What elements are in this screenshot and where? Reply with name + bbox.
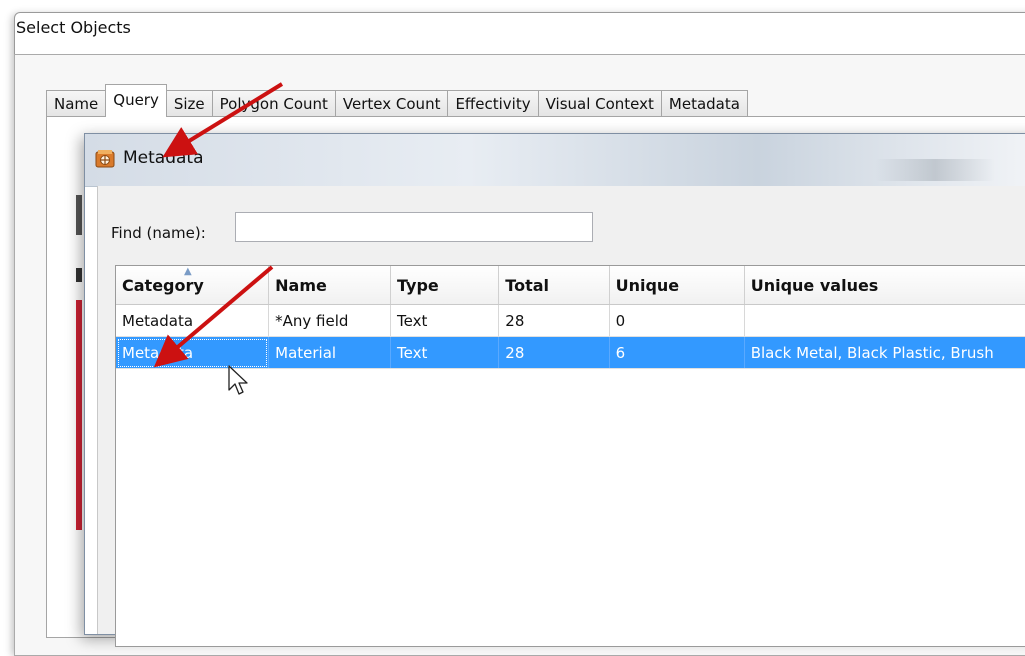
tab-effectivity[interactable]: Effectivity bbox=[448, 90, 539, 117]
hidden-control-edge bbox=[76, 268, 82, 282]
cell-total: 28 bbox=[498, 304, 610, 337]
cell-type: Text bbox=[390, 336, 500, 369]
cell-total: 28 bbox=[498, 336, 610, 369]
cell-unique: 0 bbox=[609, 304, 745, 337]
cell-name: Material bbox=[268, 336, 391, 369]
grid-header-row: ▲ Category Name Type Total Unique Unique… bbox=[116, 266, 1025, 305]
tab-polygon-count[interactable]: Polygon Count bbox=[212, 90, 336, 117]
tab-visual-context[interactable]: Visual Context bbox=[538, 90, 662, 117]
find-label: Find (name): bbox=[111, 224, 206, 242]
titlebar-button-ghost bbox=[875, 159, 995, 181]
tab-strip: Name Query Size Polygon Count Vertex Cou… bbox=[46, 84, 748, 117]
cell-unique: 6 bbox=[609, 336, 745, 369]
sort-ascending-icon: ▲ bbox=[184, 266, 192, 277]
tab-metadata[interactable]: Metadata bbox=[661, 90, 748, 117]
window-title: Select Objects bbox=[16, 18, 131, 37]
dialog-title: Metadata bbox=[123, 148, 204, 168]
metadata-app-icon bbox=[95, 150, 115, 168]
cell-category: Metadata bbox=[116, 304, 270, 337]
hidden-control-edge bbox=[76, 300, 82, 530]
metadata-grid: ▲ Category Name Type Total Unique Unique… bbox=[115, 265, 1025, 647]
tab-size[interactable]: Size bbox=[166, 90, 213, 117]
column-header-type[interactable]: Type bbox=[390, 266, 500, 305]
tab-vertex-count[interactable]: Vertex Count bbox=[335, 90, 449, 117]
find-name-input[interactable] bbox=[235, 212, 593, 242]
cell-category: Metadata bbox=[116, 336, 270, 369]
cell-name: *Any field bbox=[268, 304, 391, 337]
cell-type: Text bbox=[390, 304, 500, 337]
cell-unique-values bbox=[744, 304, 1025, 337]
column-header-category[interactable]: ▲ Category bbox=[116, 266, 270, 305]
column-header-unique-values[interactable]: Unique values bbox=[744, 266, 1025, 305]
tab-query[interactable]: Query bbox=[105, 84, 167, 117]
column-header-total[interactable]: Total bbox=[498, 266, 610, 305]
cell-unique-values: Black Metal, Black Plastic, Brush bbox=[744, 336, 1025, 369]
column-header-name[interactable]: Name bbox=[268, 266, 391, 305]
column-header-unique[interactable]: Unique bbox=[609, 266, 745, 305]
tab-name[interactable]: Name bbox=[46, 90, 107, 117]
table-row[interactable]: Metadata *Any field Text 28 0 bbox=[116, 304, 1025, 337]
table-row-selected[interactable]: Metadata Material Text 28 6 Black Metal,… bbox=[116, 336, 1025, 369]
metadata-dialog: Metadata Find (name): ▲ Category Name Ty… bbox=[84, 133, 1025, 647]
hidden-control-edge bbox=[76, 195, 82, 235]
dialog-titlebar[interactable]: Metadata bbox=[85, 134, 1025, 187]
